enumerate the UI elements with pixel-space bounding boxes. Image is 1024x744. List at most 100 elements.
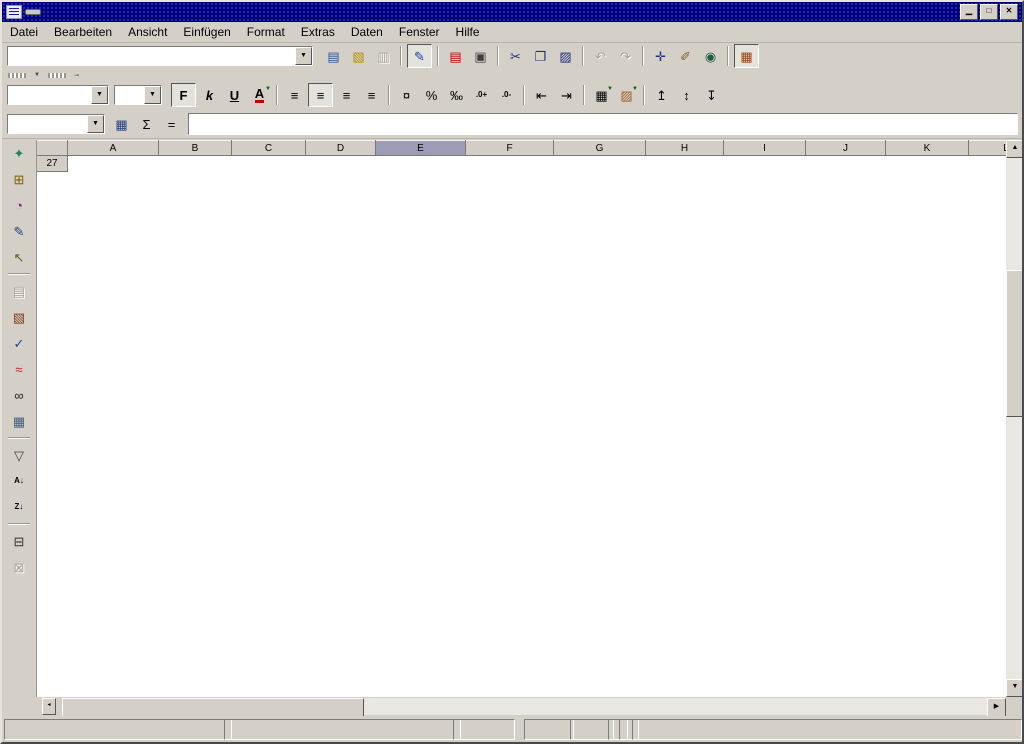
format-paintbrush-icon[interactable]: ▧ [8,306,31,328]
background-color-icon[interactable]: ▨▼ [615,84,638,106]
minimize-button[interactable]: ▁ [960,4,978,20]
pushpin-icon[interactable] [25,9,41,15]
vertical-scrollbar-thumb[interactable] [1006,270,1024,417]
spreadsheet-grid[interactable]: ABCDEFGHIJKL27 [36,140,1008,697]
zoom-level-field[interactable] [453,719,515,740]
col-header-G[interactable]: G [554,141,646,156]
col-header-J[interactable]: J [806,141,886,156]
grid-corner-box[interactable] [37,141,68,156]
formula-input[interactable] [188,113,1018,135]
col-header-B[interactable]: B [159,141,232,156]
font-name-combobox[interactable]: ▼ [7,85,109,105]
export-pdf-icon[interactable]: ▤ [444,45,467,67]
italic-icon[interactable]: k [198,84,221,106]
number-format-percent-icon[interactable]: % [420,84,443,106]
col-header-D[interactable]: D [306,141,376,156]
col-header-E[interactable]: E [376,141,466,156]
tab-split-handle[interactable]: ◂ [42,698,56,715]
borders-icon[interactable]: ▦▼ [590,84,613,106]
toolbar-grip-icon[interactable] [48,73,66,78]
spellcheck-icon[interactable]: ✓ [8,332,31,354]
vertical-scrollbar[interactable]: ▲ ▼ [1006,140,1022,697]
col-header-I[interactable]: I [724,141,806,156]
menu-item-ansicht[interactable]: Ansicht [120,23,175,41]
print-document-icon[interactable]: ▣ [469,45,492,67]
function-icon[interactable]: = [160,113,183,135]
align-center-vertical-icon[interactable]: ↕ [675,84,698,106]
underline-icon[interactable]: U [223,84,246,106]
cut-icon[interactable]: ✂ [504,45,527,67]
col-header-K[interactable]: K [886,141,969,156]
menu-item-bearbeiten[interactable]: Bearbeiten [46,23,120,41]
toolbar-collapse-icon[interactable]: ▼ [34,72,40,78]
menu-item-extras[interactable]: Extras [293,23,343,41]
scroll-down-icon[interactable]: ▼ [1006,679,1024,697]
menu-item-hilfe[interactable]: Hilfe [448,23,488,41]
hyperlink-icon[interactable]: ✐ [674,45,697,67]
sum-icon[interactable]: Σ [135,113,158,135]
font-name-dropdown-icon[interactable]: ▼ [91,86,108,104]
align-top-icon[interactable]: ↥ [650,84,673,106]
autofilter-icon[interactable]: ▽ [8,444,31,466]
align-left-icon[interactable]: ≡ [283,84,306,106]
sort-descending-icon[interactable]: Z↓ [8,496,31,518]
align-right-icon[interactable]: ≡ [335,84,358,106]
decrease-indent-icon[interactable]: ⇤ [530,84,553,106]
menu-item-fenster[interactable]: Fenster [391,23,448,41]
col-header-C[interactable]: C [232,141,306,156]
scroll-right-icon[interactable]: ▶ [987,698,1006,717]
url-combobox[interactable]: ▼ [7,46,313,66]
font-size-dropdown-icon[interactable]: ▼ [144,86,161,104]
cell-reference-box[interactable]: ▼ [7,114,105,134]
sum-field[interactable] [632,719,1022,740]
justify-icon[interactable]: ≡ [360,84,383,106]
edit-file-icon[interactable]: ✎ [407,44,432,68]
maximize-button[interactable]: □ [980,4,998,20]
font-size-combobox[interactable]: ▼ [114,85,162,105]
navigator-icon[interactable]: ✛ [649,45,672,67]
form-controls-icon[interactable]: ↖ [8,246,31,268]
number-format-currency-icon[interactable]: ¤ [395,84,418,106]
menu-item-daten[interactable]: Daten [343,23,391,41]
cell-reference-dropdown-icon[interactable]: ▼ [87,115,104,133]
menu-item-einfügen[interactable]: Einfügen [175,23,238,41]
new-document-icon[interactable]: ▤ [322,45,345,67]
insert-cells-icon[interactable]: ⊞ [8,168,31,190]
col-header-A[interactable]: A [68,141,159,156]
insert-chart-icon[interactable]: ◔ [8,194,31,216]
scroll-up-icon[interactable]: ▲ [1006,140,1024,158]
toolbar-grip-icon[interactable] [8,73,26,78]
autospellcheck-icon[interactable]: ≈ [8,358,31,380]
align-center-icon[interactable]: ≡ [308,83,333,107]
number-format-standard-icon[interactable]: ‰ [445,84,468,106]
open-document-icon[interactable]: ▧ [347,45,370,67]
horizontal-scrollbar-thumb[interactable] [62,698,364,717]
url-dropdown-icon[interactable]: ▼ [295,47,312,65]
sort-ascending-icon[interactable]: A↓ [8,470,31,492]
col-header-L[interactable]: L [969,141,1009,156]
function-wizard-icon[interactable]: ▦ [110,113,133,135]
horizontal-scrollbar[interactable]: ▶ [62,698,1006,715]
gallery-icon[interactable]: ▦ [734,44,759,68]
html-export-icon[interactable]: ◉ [699,45,722,67]
font-color-icon[interactable]: A▼ [248,84,271,106]
insert-object-icon[interactable]: ✦ [8,142,31,164]
increase-indent-icon[interactable]: ⇥ [555,84,578,106]
bold-icon[interactable]: F [171,83,196,107]
add-decimal-icon[interactable]: .0+ [470,84,493,106]
copy-icon[interactable]: ❐ [529,45,552,67]
align-bottom-icon[interactable]: ↧ [700,84,723,106]
draw-functions-icon[interactable]: ✎ [8,220,31,242]
title-bar[interactable]: ▁ □ ✕ [2,2,1022,22]
toolbar-pin-icon[interactable]: ⊸ [74,72,79,79]
menu-item-format[interactable]: Format [239,23,293,41]
find-replace-icon[interactable]: ∞ [8,384,31,406]
data-sources-icon[interactable]: ▦ [8,410,31,432]
col-header-H[interactable]: H [646,141,724,156]
col-header-F[interactable]: F [466,141,554,156]
close-button[interactable]: ✕ [1000,4,1018,20]
delete-decimal-icon[interactable]: .0- [495,84,518,106]
paste-icon[interactable]: ▨ [554,45,577,67]
group-icon[interactable]: ⊟ [8,530,31,552]
menu-item-datei[interactable]: Datei [2,23,46,41]
